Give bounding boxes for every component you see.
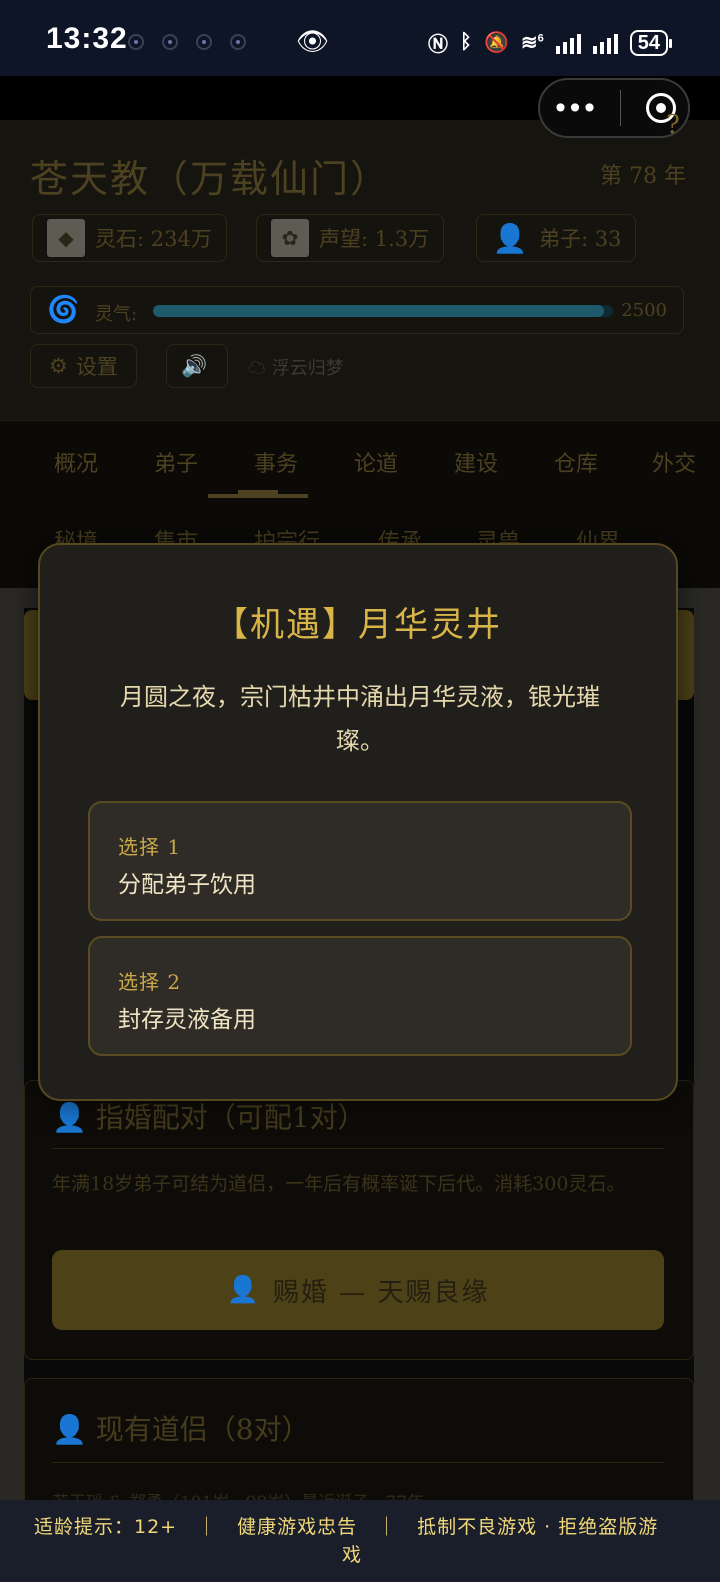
sound-button[interactable]: 🔊: [166, 344, 228, 388]
eye-icon: 👁: [296, 26, 330, 56]
modal-title: 【机遇】月华灵井: [214, 605, 502, 645]
app-notification-icon: [230, 34, 246, 50]
tab-1-2[interactable]: 事务: [254, 446, 298, 478]
sect-title: 苍天教（万载仙门）: [30, 157, 391, 201]
divider: [52, 1148, 664, 1149]
bluetooth-icon: ᛒ: [459, 31, 472, 53]
qi-value: 2500: [621, 300, 667, 321]
choice-text: 分配弟子饮用: [118, 872, 256, 898]
modal-description: 月圆之夜，宗门枯井中涌出月华灵液，银光璀璨。: [120, 683, 600, 755]
disciples-label: 弟子: 33: [539, 227, 622, 251]
choice-2-button[interactable]: 选择 2 封存灵液备用: [88, 936, 632, 1056]
app-notification-icon: [196, 34, 212, 50]
speaker-icon: 🔊: [181, 353, 208, 378]
gear-icon: ⚙: [49, 354, 68, 378]
tab-1-0[interactable]: 概况: [54, 446, 98, 478]
tab-1-1[interactable]: 弟子: [154, 446, 198, 478]
choice-number: 选择 1: [118, 835, 182, 859]
status-time: 13:32: [46, 22, 128, 55]
app-notification-icon: [128, 34, 144, 50]
grant-marriage-label: 赐婚 — 天赐良缘: [272, 1277, 490, 1308]
choice-number: 选择 2: [118, 970, 182, 994]
capsule-divider: [620, 90, 622, 126]
year-counter: 第 78 年: [600, 164, 686, 189]
qi-label: 灵气:: [95, 304, 138, 325]
person-icon: 👤: [226, 1275, 261, 1305]
tab-1-6[interactable]: 外交: [652, 446, 696, 478]
realm-name-label: 浮云归梦: [271, 358, 344, 379]
spirit-stone-icon: ◆: [47, 219, 85, 257]
swirl-icon: 🌀: [47, 295, 80, 325]
status-bar: 13:32 👁 Ⓝ ᛒ 🔕 ≋6 54: [0, 0, 720, 76]
qi-progress-track: [153, 305, 613, 317]
prestige-label: 声望: 1.3万: [319, 227, 430, 251]
system-icons: Ⓝ ᛒ 🔕 ≋6 54: [427, 28, 673, 57]
spirit-stone-label: 灵石: 234万: [95, 227, 212, 251]
realm-name: ☁ 浮云归梦: [248, 358, 344, 379]
matchmaking-title: 👤 指婚配对（可配1对）: [52, 1101, 366, 1134]
health-notice-bar: 适龄提示：12+ ｜ 健康游戏忠告 ｜ 抵制不良游戏 · 拒绝盗版游 戏: [0, 1500, 720, 1582]
tab-1-5[interactable]: 仓库: [554, 446, 598, 478]
settings-label: 设置: [75, 355, 118, 379]
app-notification-icon: [162, 34, 178, 50]
qi-bar: 🌀 灵气: 2500: [30, 286, 684, 334]
wifi-icon: ≋6: [520, 32, 544, 54]
active-tab-indicator: [208, 490, 308, 498]
notice-line-1: 适龄提示：12+ ｜ 健康游戏忠告 ｜ 抵制不良游戏 · 拒绝盗版游: [34, 1516, 659, 1538]
signal-icon-2: [592, 32, 618, 54]
signal-icon: [555, 32, 581, 54]
tab-1-4[interactable]: 建设: [454, 446, 498, 478]
person-icon: 👤: [52, 1101, 87, 1134]
spirit-stone-stat: ◆ 灵石: 234万: [32, 214, 227, 262]
nfc-icon: Ⓝ: [427, 34, 448, 56]
divider: [52, 1462, 664, 1463]
event-modal: 【机遇】月华灵井 月圆之夜，宗门枯井中涌出月华灵液，银光璀璨。 选择 1 分配弟…: [38, 543, 678, 1101]
prestige-icon: ✿: [271, 219, 309, 257]
matchmaking-description: 年满18岁弟子可结为道侣，一年后有概率诞下后代。消耗300灵石。: [52, 1173, 626, 1195]
battery-indicator: 54: [629, 29, 673, 56]
prestige-stat: ✿ 声望: 1.3万: [256, 214, 445, 262]
choice-text: 封存灵液备用: [118, 1007, 256, 1033]
disciples-stat: 👤 弟子: 33: [476, 214, 637, 262]
couples-title: 👤 现有道侣（8对）: [52, 1413, 310, 1446]
notice-line-2: 戏: [342, 1544, 362, 1566]
tab-1-3[interactable]: 论道: [354, 446, 398, 478]
choice-1-button[interactable]: 选择 1 分配弟子饮用: [88, 801, 632, 921]
settings-button[interactable]: ⚙ 设置: [30, 344, 137, 388]
person-icon: 👤: [492, 221, 528, 255]
qi-progress-fill: [153, 305, 604, 317]
help-icon[interactable]: ?: [666, 110, 680, 140]
mute-bell-icon: 🔕: [483, 32, 509, 54]
more-menu-button[interactable]: •••: [552, 92, 598, 125]
grant-marriage-button[interactable]: 👤 赐婚 — 天赐良缘: [52, 1250, 664, 1330]
notification-icons: [128, 34, 246, 50]
person-icon: 👤: [52, 1413, 87, 1446]
